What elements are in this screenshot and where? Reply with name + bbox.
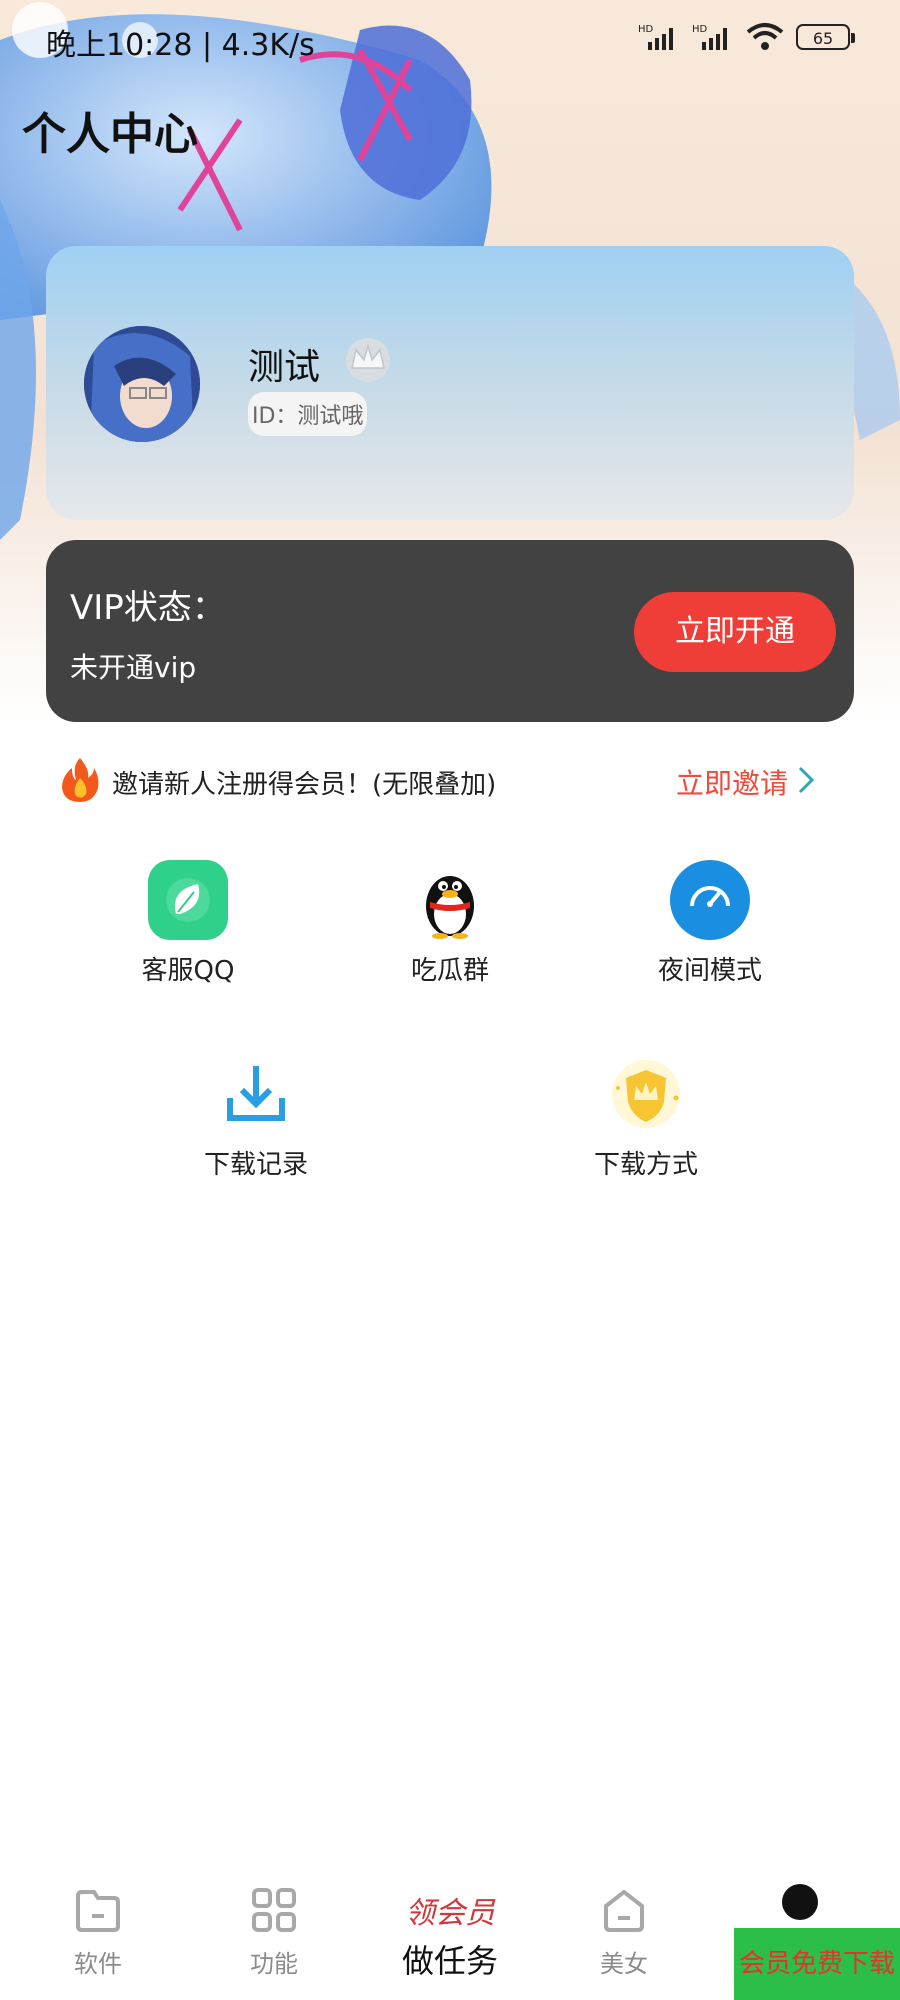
vip-status-card: VIP状态： 未开通vip 立即开通 bbox=[46, 540, 854, 722]
fire-icon bbox=[62, 758, 99, 802]
status-icons: HD HD 65 bbox=[638, 22, 855, 52]
tab-label: 软件 bbox=[74, 1950, 122, 1978]
vip-status-text: 未开通vip bbox=[70, 651, 197, 684]
feature-customer-service-qq[interactable]: 客服QQ bbox=[128, 860, 248, 987]
tab-beauty[interactable]: 美女 bbox=[564, 1888, 684, 1979]
profile-tab-icon[interactable] bbox=[782, 1884, 818, 1920]
speedometer-icon bbox=[670, 860, 750, 940]
feature-night-mode[interactable]: 夜间模式 bbox=[650, 860, 770, 987]
do-tasks-label: 做任务 bbox=[401, 1942, 498, 1980]
feature-label: 下载记录 bbox=[203, 1150, 308, 1180]
avatar-image bbox=[84, 326, 200, 442]
vip-title: VIP状态： bbox=[70, 588, 226, 628]
get-membership-label: 领会员 bbox=[405, 1896, 495, 1931]
avatar[interactable] bbox=[84, 326, 200, 442]
signal-hd-icon: HD bbox=[692, 24, 727, 50]
status-time: 晚上10:28 | 4.3K/s bbox=[46, 28, 315, 63]
svg-text:HD: HD bbox=[638, 24, 654, 35]
chevron-right-icon bbox=[798, 766, 815, 794]
grid-icon bbox=[252, 1888, 296, 1932]
invite-now-link[interactable]: 立即邀请 bbox=[676, 762, 788, 802]
folder-icon bbox=[76, 1890, 120, 1932]
invite-banner[interactable]: 邀请新人注册得会员！(无限叠加) 立即邀请 bbox=[60, 756, 860, 808]
status-bar: 晚上10:28 | 4.3K/s HD HD 65 bbox=[0, 0, 900, 80]
page-title: 个人中心 bbox=[22, 109, 198, 160]
download-icon bbox=[227, 1066, 285, 1121]
signal-hd-icon: HD bbox=[638, 24, 673, 50]
feature-label: 客服QQ bbox=[141, 956, 235, 986]
tab-features[interactable]: 功能 bbox=[214, 1888, 334, 1979]
home-icon bbox=[604, 1889, 644, 1932]
shield-crown-icon bbox=[612, 1060, 680, 1128]
feature-download-history[interactable]: 下载记录 bbox=[194, 1054, 318, 1181]
battery-indicator: 65 bbox=[796, 24, 855, 50]
svg-text:HD: HD bbox=[692, 24, 708, 35]
tab-label: 美女 bbox=[600, 1950, 648, 1978]
feature-label: 吃瓜群 bbox=[410, 956, 489, 986]
leaf-icon bbox=[148, 860, 228, 940]
crown-icon bbox=[346, 338, 390, 382]
feature-label: 下载方式 bbox=[593, 1150, 698, 1180]
wifi-icon bbox=[746, 23, 784, 50]
user-id-label: ID：测试哦 bbox=[248, 392, 368, 436]
user-name: 测试 bbox=[248, 347, 321, 388]
tab-tasks[interactable]: 领会员 做任务 bbox=[380, 1888, 520, 1982]
activate-vip-button[interactable]: 立即开通 bbox=[634, 592, 836, 672]
feature-gossip-group[interactable]: 吃瓜群 bbox=[390, 860, 510, 987]
tab-software[interactable]: 软件 bbox=[38, 1888, 158, 1979]
invite-text: 邀请新人注册得会员！(无限叠加) bbox=[112, 770, 497, 800]
tab-label: 功能 bbox=[250, 1950, 298, 1978]
feature-download-method[interactable]: 下载方式 bbox=[584, 1054, 708, 1181]
member-free-download-badge[interactable]: 会员免费下载 bbox=[734, 1928, 900, 2000]
qq-penguin-icon bbox=[426, 876, 474, 939]
feature-label: 夜间模式 bbox=[657, 956, 762, 986]
profile-card[interactable]: 测试 ID：测试哦 bbox=[46, 246, 854, 520]
